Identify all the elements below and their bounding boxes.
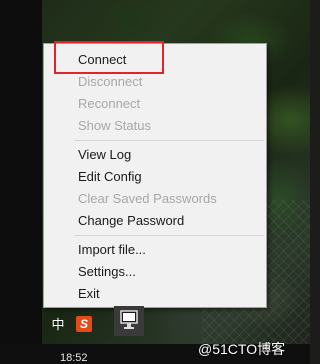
taskbar-clock: 18:52 (60, 352, 88, 364)
ime-language-indicator[interactable]: 中 (50, 316, 66, 334)
menu-item-reconnect[interactable]: Reconnect (44, 93, 266, 115)
menu-item-view-log[interactable]: View Log (44, 144, 266, 166)
menu-item-disconnect[interactable]: Disconnect (44, 71, 266, 93)
menu-item-edit-config[interactable]: Edit Config (44, 166, 266, 188)
menu-item-connect[interactable]: Connect (44, 49, 266, 71)
menu-separator (74, 140, 264, 141)
watermark: @51CTO博客 (198, 341, 286, 357)
openvpn-tray-icon[interactable] (114, 306, 144, 336)
menu-item-clear-saved-passwords[interactable]: Clear Saved Passwords (44, 188, 266, 210)
sogou-ime-icon[interactable]: S (76, 316, 92, 332)
sogou-ime-label: S (79, 317, 88, 331)
openvpn-context-menu: Connect Disconnect Reconnect Show Status… (43, 43, 267, 308)
menu-item-show-status[interactable]: Show Status (44, 115, 266, 137)
desktop-left-strip (0, 0, 42, 364)
menu-item-exit[interactable]: Exit (44, 283, 266, 305)
monitor-lock-icon (120, 310, 138, 329)
menu-item-settings[interactable]: Settings... (44, 261, 266, 283)
menu-separator (74, 235, 264, 236)
menu-item-change-password[interactable]: Change Password (44, 210, 266, 232)
menu-item-import-file[interactable]: Import file... (44, 239, 266, 261)
